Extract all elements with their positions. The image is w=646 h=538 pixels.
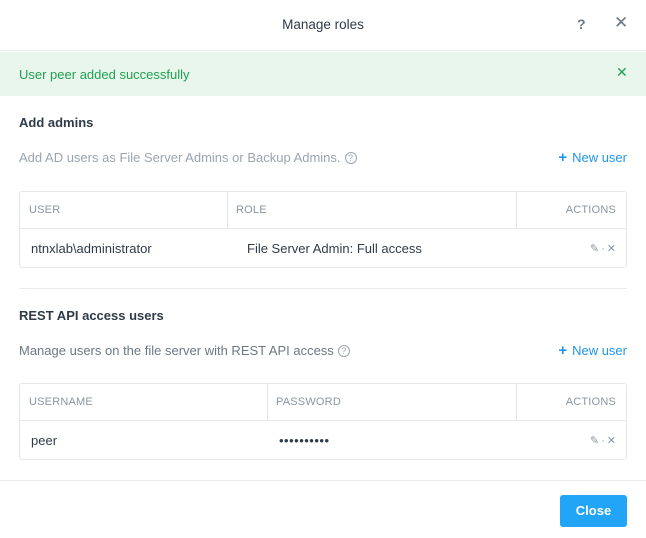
column-header-actions: ACTIONS — [565, 204, 616, 216]
rest-password-cell: •••••••••• — [279, 433, 330, 448]
column-header-password[interactable]: PASSWORD — [276, 396, 341, 408]
edit-icon[interactable]: ✎ — [590, 435, 599, 447]
admins-section-description: Add AD users as File Server Admins or Ba… — [19, 150, 357, 165]
info-icon[interactable]: ? — [344, 152, 357, 164]
admins-table-header: USER ROLE ACTIONS — [20, 192, 626, 229]
separator-dot: · — [601, 243, 605, 255]
rest-api-section-description: Manage users on the file server with RES… — [19, 343, 350, 358]
success-banner: User peer added successfully ✕ — [0, 52, 646, 96]
column-header-actions: ACTIONS — [565, 396, 616, 408]
column-divider — [516, 192, 517, 229]
delete-icon[interactable]: ✕ — [607, 435, 616, 447]
admin-user-cell: ntnxlab\administrator — [31, 241, 152, 256]
rest-api-table-header: USERNAME PASSWORD ACTIONS — [20, 384, 626, 421]
rest-api-table: USERNAME PASSWORD ACTIONS peer •••••••••… — [19, 383, 627, 460]
footer-divider — [0, 480, 646, 481]
row-actions: ✎ · ✕ — [588, 242, 616, 255]
admin-role-cell: File Server Admin: Full access — [247, 241, 422, 256]
column-header-username[interactable]: USERNAME — [29, 396, 93, 408]
admins-table: USER ROLE ACTIONS ntnxlab\administrator … — [19, 191, 627, 268]
separator-dot: · — [601, 435, 605, 447]
admins-description-text: Add AD users as File Server Admins or Ba… — [19, 150, 341, 165]
rest-username-cell: peer — [31, 433, 58, 448]
rest-api-new-user-button[interactable]: + New user — [558, 342, 627, 359]
plus-icon: + — [558, 149, 568, 166]
dialog-header: Manage roles ? ✕ — [0, 0, 646, 51]
row-actions: ✎ · ✕ — [588, 434, 616, 447]
banner-message: User peer added successfully — [19, 67, 190, 82]
rest-api-section-title: REST API access users — [19, 308, 164, 323]
close-icon[interactable]: ✕ — [614, 13, 628, 33]
column-divider — [516, 384, 517, 421]
edit-icon[interactable]: ✎ — [590, 243, 599, 255]
column-divider — [267, 384, 268, 421]
plus-icon: + — [558, 342, 568, 359]
column-divider — [227, 192, 228, 229]
banner-dismiss-icon[interactable]: ✕ — [616, 64, 628, 81]
rest-api-new-user-label: New user — [572, 343, 627, 358]
column-header-user[interactable]: USER — [29, 204, 60, 216]
dialog-title: Manage roles — [282, 17, 364, 32]
close-button[interactable]: Close — [560, 495, 627, 527]
info-icon[interactable]: ? — [337, 345, 350, 357]
help-icon[interactable]: ? — [577, 16, 586, 32]
section-divider — [19, 288, 627, 289]
delete-icon[interactable]: ✕ — [607, 243, 616, 255]
admins-new-user-button[interactable]: + New user — [558, 149, 627, 166]
admins-section-title: Add admins — [19, 115, 94, 130]
column-header-role[interactable]: ROLE — [236, 204, 267, 216]
admins-new-user-label: New user — [572, 150, 627, 165]
rest-api-description-text: Manage users on the file server with RES… — [19, 343, 334, 358]
